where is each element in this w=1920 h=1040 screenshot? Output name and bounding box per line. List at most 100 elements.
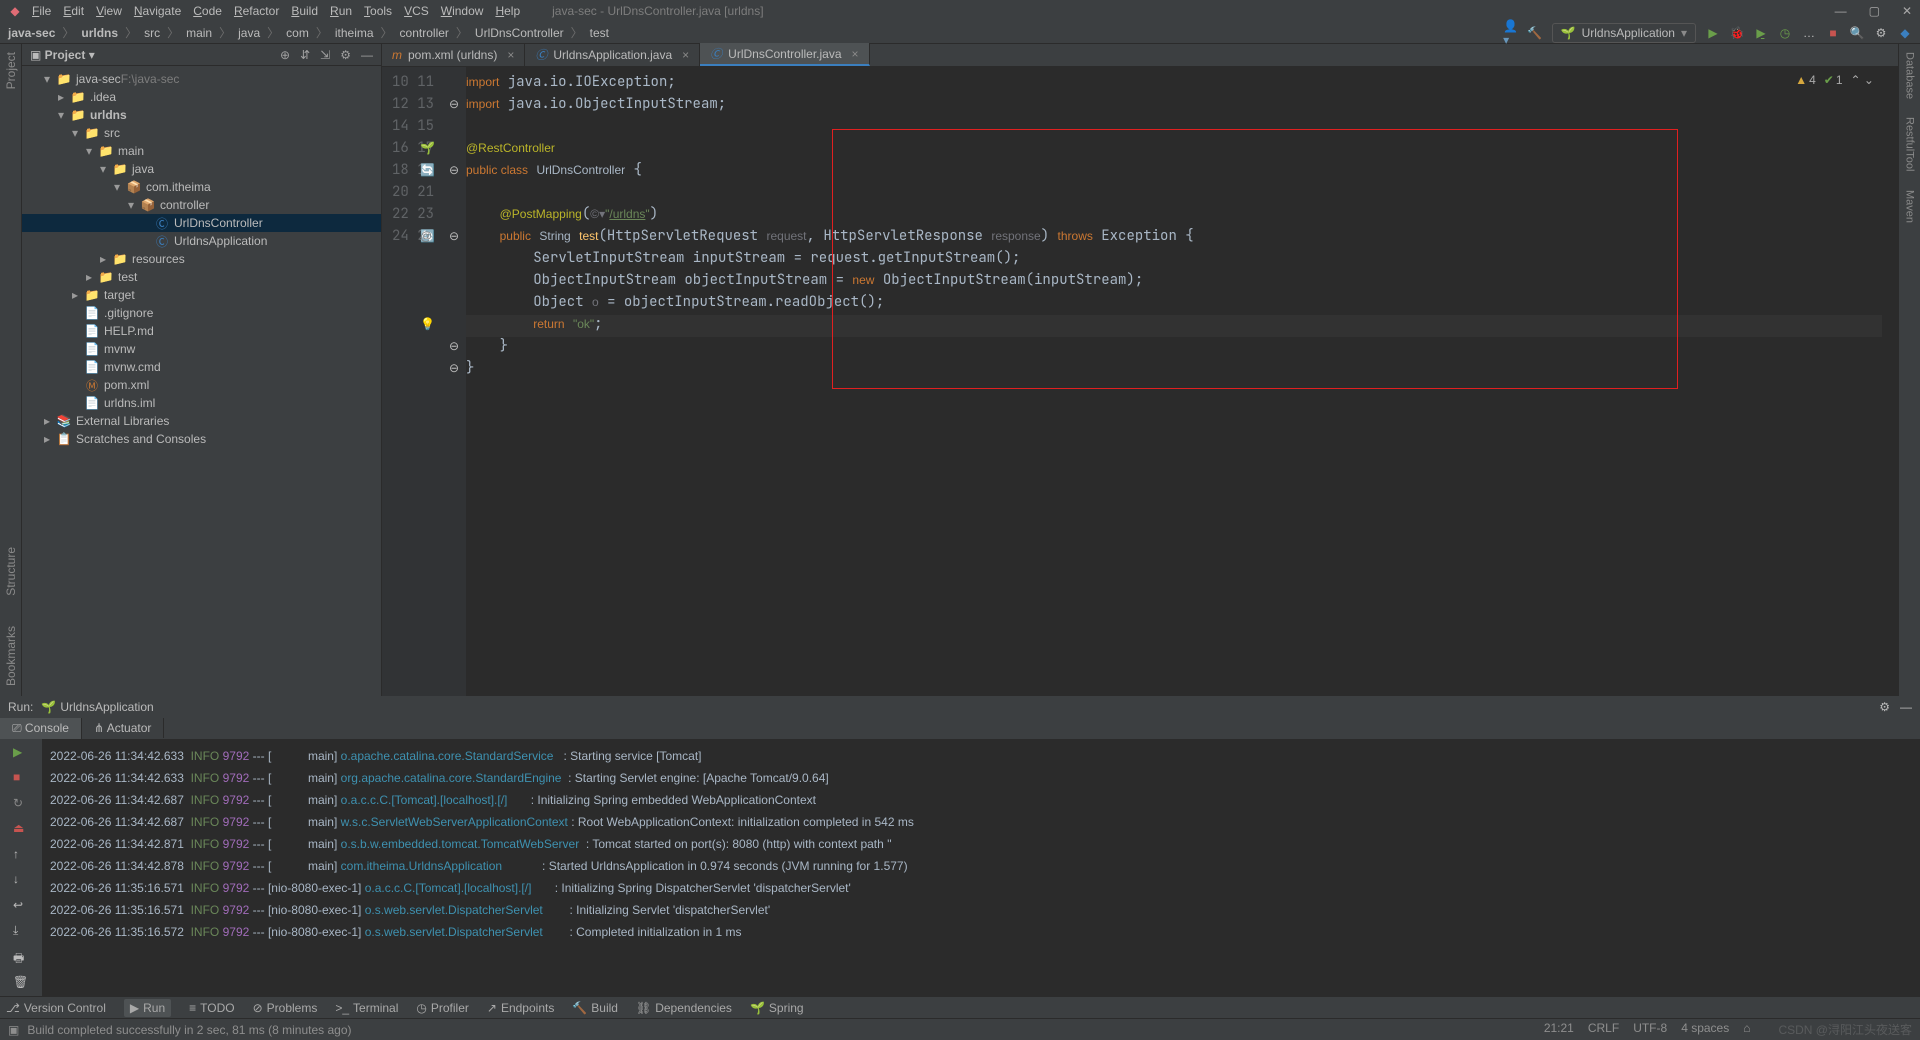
inspections-chevron-icon[interactable]: ⌃ ⌄ (1851, 73, 1874, 87)
console-output[interactable]: 2022-06-26 11:34:42.633 INFO 9792 --- [ … (42, 739, 1920, 996)
project-tree[interactable]: ▾📁java-sec F:\java-sec▸📁.idea▾📁urldns▾📁s… (22, 66, 381, 696)
tree-node[interactable]: 📄HELP.md (22, 322, 381, 340)
status-indicator-icon[interactable]: ▣ (8, 1023, 19, 1037)
breadcrumb[interactable]: java-sec〉urldns〉src〉main〉java〉com〉itheim… (8, 24, 609, 41)
tree-node[interactable]: ▸📁.idea (22, 88, 381, 106)
settings-icon[interactable]: ⚙ (1874, 26, 1888, 40)
collapse-all-icon[interactable]: ⇲ (320, 48, 330, 62)
tool-profiler[interactable]: ◷Profiler (416, 1001, 469, 1015)
menu-file[interactable]: File (32, 4, 51, 18)
editor-tab[interactable]: ⒸUrldnsApplication.java× (525, 43, 700, 66)
menu-code[interactable]: Code (193, 4, 222, 18)
users-icon[interactable]: 👤▾ (1504, 26, 1518, 40)
run-settings-icon[interactable]: ⚙ (1879, 700, 1890, 714)
up-icon[interactable]: ↑ (13, 847, 29, 862)
expand-all-icon[interactable]: ⇵ (300, 48, 310, 62)
editor-tab[interactable]: mpom.xml (urldns)× (382, 43, 525, 66)
crumb-item[interactable]: controller (400, 26, 449, 40)
minimize-icon[interactable]: — (1835, 4, 1847, 18)
debug-icon[interactable]: 🐞 (1730, 26, 1744, 40)
tree-node[interactable]: 📄urldns.iml (22, 394, 381, 412)
tree-node[interactable]: 📄.gitignore (22, 304, 381, 322)
crumb-item[interactable]: src (144, 26, 160, 40)
stop-run-icon[interactable]: ■ (13, 770, 29, 785)
tree-node[interactable]: ▾📁java (22, 160, 381, 178)
inspections-widget[interactable]: 4 1 ⌃ ⌄ (1795, 73, 1874, 87)
stop-icon[interactable]: ■ (1826, 26, 1840, 40)
learn-icon[interactable]: ◆ (1898, 26, 1912, 40)
code-area[interactable]: 10 11 12 13 14 15 16 17 18 19 20 21 22 2… (382, 67, 1898, 696)
tool-dependencies[interactable]: ⛓Dependencies (636, 1001, 732, 1015)
maximize-icon[interactable]: ▢ (1869, 4, 1880, 18)
tree-node[interactable]: ▾📁src (22, 124, 381, 142)
tool-run[interactable]: ▶Run (124, 999, 171, 1017)
tree-node[interactable]: ▾📁urldns (22, 106, 381, 124)
menu-run[interactable]: Run (330, 4, 352, 18)
run-tab-console[interactable]: ⎚ Console (0, 718, 82, 739)
search-everywhere-icon[interactable]: 🔍 (1850, 26, 1864, 40)
status-item[interactable]: 21:21 (1544, 1021, 1574, 1038)
attach-icon[interactable]: … (1802, 26, 1816, 40)
tree-node[interactable]: ▾📦com.itheima (22, 178, 381, 196)
menu-edit[interactable]: Edit (63, 4, 84, 18)
tree-node[interactable]: ▸📁resources (22, 250, 381, 268)
clear-icon[interactable]: 🗑 (13, 975, 29, 990)
crumb-item[interactable]: main (186, 26, 212, 40)
scroll-end-icon[interactable]: ⤓ (13, 923, 29, 938)
run-configuration-selector[interactable]: 🌱 UrldnsApplication ▾ (1552, 23, 1696, 43)
coverage-icon[interactable]: ▶̱ (1754, 26, 1768, 40)
tree-node[interactable]: ▸📋Scratches and Consoles (22, 430, 381, 448)
right-tool-database[interactable]: Database (1904, 52, 1916, 99)
project-tool-button[interactable]: Project (4, 52, 18, 89)
bookmarks-tool-button[interactable]: Bookmarks (4, 626, 18, 686)
tree-node[interactable]: ⒸUrlDnsController (22, 214, 381, 232)
crumb-item[interactable]: itheima (335, 26, 374, 40)
soft-wrap-icon[interactable]: ↩ (13, 898, 29, 913)
build-icon[interactable]: 🔨 (1528, 26, 1542, 40)
tool-problems[interactable]: ⊘Problems (253, 1001, 318, 1015)
tool-todo[interactable]: ≡TODO (189, 1001, 234, 1015)
tree-node[interactable]: ▾📦controller (22, 196, 381, 214)
tool-version-control[interactable]: ⎇Version Control (6, 1001, 106, 1015)
menu-tools[interactable]: Tools (364, 4, 392, 18)
tab-close-icon[interactable]: × (682, 48, 689, 62)
menu-build[interactable]: Build (291, 4, 318, 18)
tree-node[interactable]: ▸📁target (22, 286, 381, 304)
tool-endpoints[interactable]: ↗Endpoints (487, 1001, 554, 1015)
tree-node[interactable]: ▾📁main (22, 142, 381, 160)
menu-view[interactable]: View (96, 4, 122, 18)
crumb-item[interactable]: UrlDnsController (475, 26, 564, 40)
profile-icon[interactable]: ◷ (1778, 26, 1792, 40)
tree-node[interactable]: ▸📁test (22, 268, 381, 286)
restart-icon[interactable]: ↻ (13, 796, 29, 811)
rerun-icon[interactable]: ▶ (13, 745, 29, 760)
tool-spring[interactable]: 🌱Spring (750, 1001, 804, 1015)
right-tool-maven[interactable]: Maven (1904, 190, 1916, 223)
down-icon[interactable]: ↓ (13, 872, 29, 887)
tree-node[interactable]: 📄mvnw.cmd (22, 358, 381, 376)
right-tool-restfultool[interactable]: RestfulTool (1904, 117, 1916, 171)
tool-terminal[interactable]: >_Terminal (335, 1001, 398, 1015)
close-icon[interactable]: ✕ (1902, 4, 1912, 18)
run-tab-actuator[interactable]: ⋔ Actuator (82, 718, 164, 738)
crumb-item[interactable]: com (286, 26, 309, 40)
tab-close-icon[interactable]: × (507, 48, 514, 62)
run-hide-icon[interactable]: — (1900, 700, 1912, 714)
menu-refactor[interactable]: Refactor (234, 4, 279, 18)
tree-node[interactable]: 📄mvnw (22, 340, 381, 358)
status-item[interactable]: 4 spaces (1681, 1021, 1729, 1038)
crumb-item[interactable]: urldns (81, 26, 118, 40)
crumb-item[interactable]: java (238, 26, 260, 40)
tree-node[interactable]: ⒸUrldnsApplication (22, 232, 381, 250)
menu-vcs[interactable]: VCS (404, 4, 429, 18)
menu-help[interactable]: Help (495, 4, 520, 18)
structure-tool-button[interactable]: Structure (4, 547, 18, 596)
run-icon[interactable]: ▶ (1706, 26, 1720, 40)
project-view-selector[interactable]: ▣ Project ▾ (30, 48, 95, 62)
project-settings-icon[interactable]: ⚙ (340, 48, 351, 62)
tool-build[interactable]: 🔨Build (572, 1001, 618, 1015)
status-item[interactable]: UTF-8 (1633, 1021, 1667, 1038)
crumb-item[interactable]: java-sec (8, 26, 55, 40)
status-item[interactable]: CRLF (1588, 1021, 1619, 1038)
tree-node[interactable]: ▾📁java-sec F:\java-sec (22, 70, 381, 88)
